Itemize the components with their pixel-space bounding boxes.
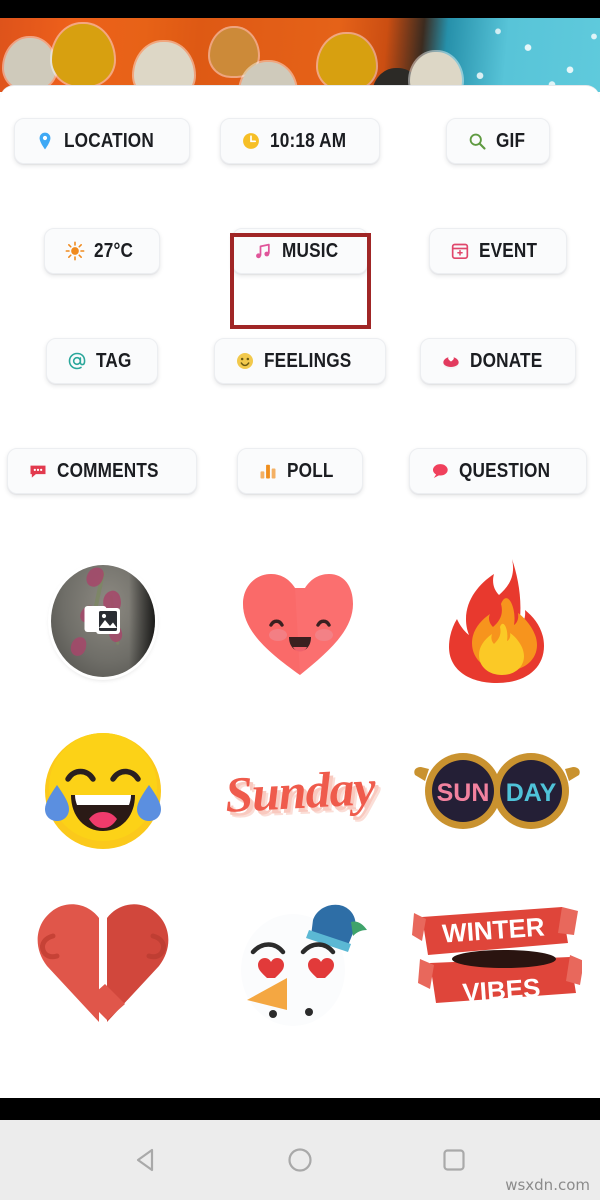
feelings-chip-label: FEELINGS: [263, 350, 352, 372]
comments-chip-label: COMMENTS: [57, 460, 160, 482]
sticker-row-3: WINTER VIBES: [0, 876, 600, 1046]
letterbox-gap: [0, 1098, 600, 1120]
tears-of-joy-icon: [45, 733, 161, 849]
event-chip[interactable]: EVENT: [428, 228, 568, 274]
watermark: wsxdn.com: [505, 1176, 590, 1194]
time-chip-label: 10:18 AM: [270, 130, 347, 152]
bar-chart-icon: [260, 464, 276, 479]
donate-chip[interactable]: DONATE: [420, 338, 576, 384]
smiling-heart-icon: [243, 574, 353, 675]
chip-slot: 10:18 AM: [220, 118, 380, 164]
question-chip[interactable]: QUESTION: [409, 448, 587, 494]
music-note-icon: [255, 243, 270, 259]
search-icon: [469, 133, 486, 150]
music-chip[interactable]: MUSIC: [231, 228, 369, 274]
sun-icon: [65, 241, 85, 261]
chip-slot: QUESTION: [409, 448, 587, 494]
time-chip[interactable]: 10:18 AM: [220, 118, 380, 164]
map-pin-icon: [39, 132, 51, 150]
fire-sticker[interactable]: [410, 546, 585, 696]
chip-row-4: COMMENTS POLL QUESTION: [0, 416, 600, 526]
triangle-left-icon: [136, 1148, 154, 1172]
chip-slot: GIF: [418, 118, 578, 164]
question-chip-label: QUESTION: [459, 460, 551, 482]
recents-button[interactable]: [437, 1143, 471, 1177]
avatar: [51, 565, 155, 677]
phone-screen: LOCATION 10:18 AM GIF 27°C MUSIC EVENT T…: [0, 0, 600, 1200]
chip-row-2: 27°C MUSIC EVENT: [0, 196, 600, 306]
vibes-text: VIBES: [461, 972, 541, 1007]
chip-slot: COMMENTS: [7, 448, 197, 494]
gif-chip[interactable]: GIF: [445, 118, 551, 164]
music-chip-label: MUSIC: [281, 240, 339, 262]
temperature-chip-label: 27°C: [93, 240, 133, 262]
home-button[interactable]: [283, 1143, 317, 1177]
circle-icon: [288, 1148, 312, 1172]
gif-chip-label: GIF: [495, 130, 525, 152]
comments-chip[interactable]: COMMENTS: [7, 448, 197, 494]
avatar-photo-sticker[interactable]: [16, 546, 191, 696]
poll-chip[interactable]: POLL: [237, 448, 363, 494]
sticker-tray-panel: LOCATION 10:18 AM GIF 27°C MUSIC EVENT T…: [0, 85, 600, 1120]
calendar-icon: [451, 243, 468, 259]
chip-slot: DONATE: [418, 338, 578, 384]
back-button[interactable]: [129, 1143, 163, 1177]
at-sign-icon: [68, 352, 86, 370]
chip-row-3: TAG FEELINGS DONATE: [0, 306, 600, 416]
smiling-heart-sticker[interactable]: [213, 546, 388, 696]
temperature-chip[interactable]: 27°C: [43, 228, 161, 274]
clock-icon: [243, 133, 260, 149]
chip-slot: 27°C: [22, 228, 182, 274]
chip-slot: EVENT: [418, 228, 578, 274]
sunglasses-icon: SUN DAY: [414, 753, 580, 829]
chip-row-1: LOCATION 10:18 AM GIF: [0, 86, 600, 196]
comment-bubble-icon: [30, 465, 46, 478]
chip-slot: LOCATION: [14, 118, 190, 164]
smiley-face-icon: [236, 353, 253, 369]
snowman-heart-eyes-sticker[interactable]: [213, 886, 388, 1036]
tag-chip[interactable]: TAG: [45, 338, 159, 384]
chip-slot: MUSIC: [220, 228, 380, 274]
question-bubble-icon: [433, 464, 449, 478]
tag-chip-label: TAG: [95, 350, 132, 372]
photo-icon: [84, 606, 120, 634]
sunday-sunglasses-sticker[interactable]: SUN DAY: [410, 716, 585, 866]
photo-image: [0, 18, 600, 92]
donate-chip-label: DONATE: [470, 350, 543, 372]
sunday-word-sticker[interactable]: Sunday: [213, 716, 388, 866]
mittens-icon: [37, 904, 169, 1022]
sticker-row-2: Sunday SUN DAY: [0, 706, 600, 876]
status-bar: [0, 0, 600, 18]
tears-of-joy-sticker[interactable]: [16, 716, 191, 866]
post-photo-preview[interactable]: [0, 0, 600, 92]
square-icon: [443, 1149, 465, 1171]
location-chip-label: LOCATION: [64, 130, 155, 152]
poll-chip-label: POLL: [287, 460, 334, 482]
feelings-chip[interactable]: FEELINGS: [213, 338, 387, 384]
sticker-grid: Sunday SUN DAY WINTER VIBES: [0, 526, 600, 1046]
chip-slot: TAG: [22, 338, 182, 384]
svg-text:DAY: DAY: [506, 779, 557, 807]
sunday-word-label: Sunday: [223, 759, 377, 823]
event-chip-label: EVENT: [478, 240, 537, 262]
donation-heart-icon: [443, 356, 460, 369]
snowman-icon: [241, 904, 367, 1026]
fire-icon: [449, 559, 544, 683]
mittens-heart-sticker[interactable]: [16, 886, 191, 1036]
chip-slot: FEELINGS: [213, 338, 387, 384]
chip-slot: POLL: [220, 448, 380, 494]
winter-vibes-banner-icon: WINTER VIBES: [412, 907, 582, 1008]
sticker-row-1: [0, 536, 600, 706]
winter-vibes-banner-sticker[interactable]: WINTER VIBES: [410, 886, 585, 1036]
location-chip[interactable]: LOCATION: [14, 118, 190, 164]
svg-text:SUN: SUN: [437, 779, 490, 807]
